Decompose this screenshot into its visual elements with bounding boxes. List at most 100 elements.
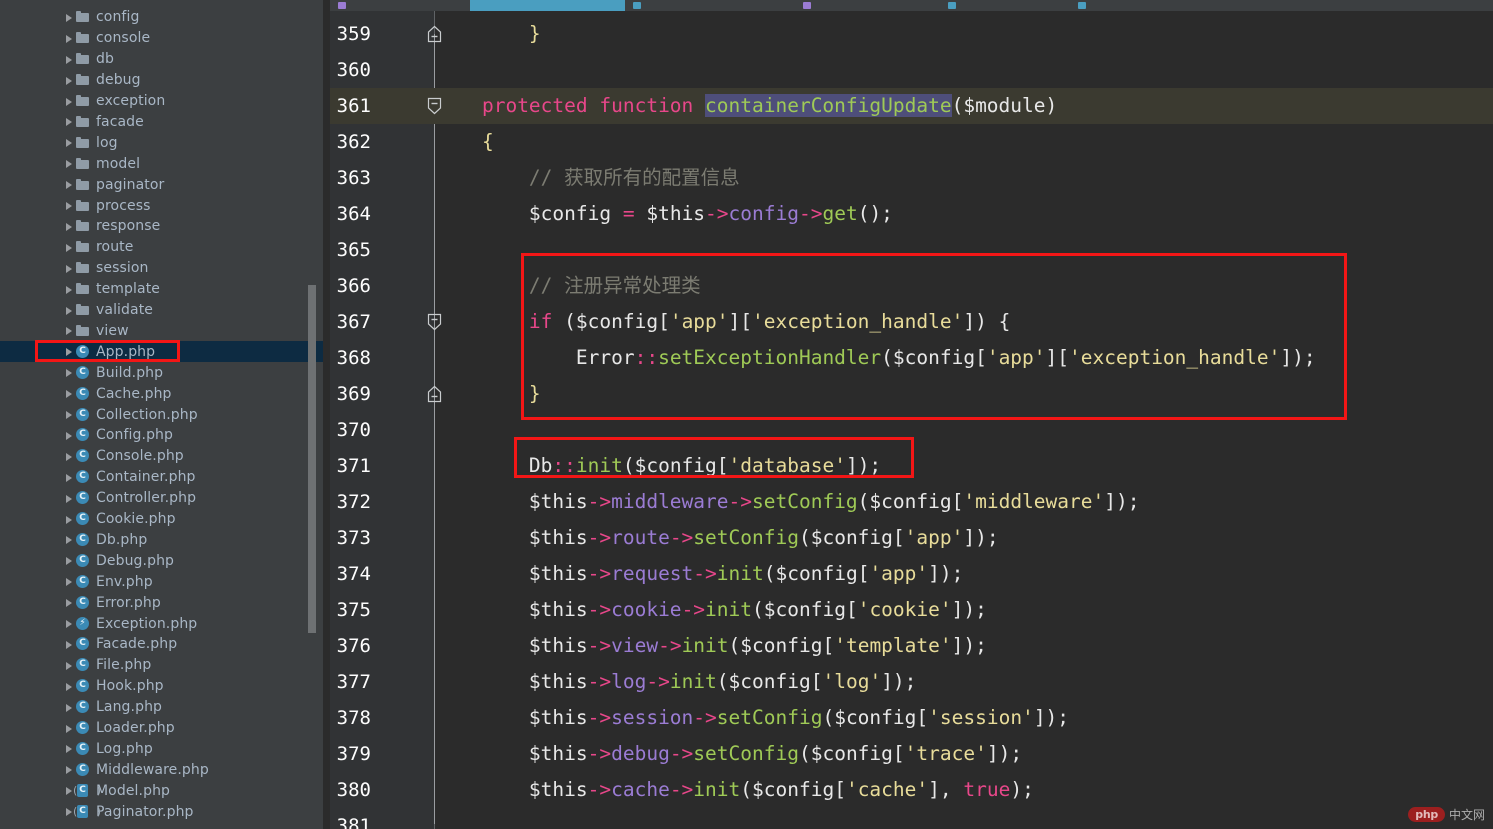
chevron-right-icon[interactable] <box>62 429 75 442</box>
tree-item-route[interactable]: route <box>0 237 323 258</box>
tree-item-lang-php[interactable]: Lang.php <box>0 697 323 718</box>
chevron-right-icon[interactable] <box>62 742 75 755</box>
chevron-right-icon[interactable] <box>62 701 75 714</box>
code-line-367[interactable]: if ($config['app']['exception_handle']) … <box>435 304 1010 340</box>
tree-item-model-php[interactable]: Model.php <box>0 780 323 801</box>
fold-end-icon[interactable] <box>427 25 442 43</box>
chevron-right-icon[interactable] <box>62 199 75 212</box>
tree-item-template[interactable]: template <box>0 279 323 300</box>
chevron-right-icon[interactable] <box>62 366 75 379</box>
chevron-right-icon[interactable] <box>62 74 75 87</box>
tree-item-view[interactable]: view <box>0 321 323 342</box>
tree-item-app-php[interactable]: App.php <box>0 341 323 363</box>
code-line-366[interactable]: // 注册异常处理类 <box>435 268 701 304</box>
code-line-363[interactable]: // 获取所有的配置信息 <box>435 160 740 196</box>
line-number-gutter[interactable]: 359 360 361 362 363 364 365 366 367 368 369 370 371 3… <box>330 11 435 829</box>
chevron-right-icon[interactable] <box>62 136 75 149</box>
tree-item-response[interactable]: response <box>0 216 323 237</box>
editor-tab-5[interactable] <box>1070 0 1493 11</box>
tree-item-middleware-php[interactable]: Middleware.php <box>0 759 323 780</box>
code-line-372[interactable]: $this->middleware->setConfig($config['mi… <box>435 484 1140 520</box>
code-line-379[interactable]: $this->debug->setConfig($config['trace']… <box>435 736 1022 772</box>
chevron-right-icon[interactable] <box>62 471 75 484</box>
chevron-right-icon[interactable] <box>62 722 75 735</box>
code-line-369[interactable]: } <box>435 376 541 412</box>
tree-item-config-php[interactable]: Config.php <box>0 425 323 446</box>
tree-item-loader-php[interactable]: Loader.php <box>0 718 323 739</box>
code-text-area[interactable]: 359 360 361 362 363 364 365 366 367 368 369 370 371 3… <box>330 11 1493 829</box>
code-line-368[interactable]: Error::setExceptionHandler($config['app'… <box>435 340 1316 376</box>
chevron-right-icon[interactable] <box>62 262 75 275</box>
tree-item-collection-php[interactable]: Collection.php <box>0 404 323 425</box>
chevron-right-icon[interactable] <box>62 178 75 191</box>
chevron-right-icon[interactable] <box>62 32 75 45</box>
code-line-359[interactable]: } <box>435 16 541 52</box>
chevron-right-icon[interactable] <box>62 53 75 66</box>
chevron-right-icon[interactable] <box>62 304 75 317</box>
tree-item-paginator-php[interactable]: Paginator.php <box>0 801 323 822</box>
fold-end-icon[interactable] <box>427 385 442 403</box>
tree-item-cache-php[interactable]: Cache.php <box>0 383 323 404</box>
chevron-right-icon[interactable] <box>62 345 75 358</box>
chevron-right-icon[interactable] <box>62 324 75 337</box>
chevron-right-icon[interactable] <box>62 241 75 254</box>
tree-item-process[interactable]: process <box>0 195 323 216</box>
tree-item-build-php[interactable]: Build.php <box>0 362 323 383</box>
tree-item-console-php[interactable]: Console.php <box>0 446 323 467</box>
chevron-right-icon[interactable] <box>62 659 75 672</box>
code-line-371[interactable]: Db::init($config['database']); <box>435 448 881 484</box>
code-line-375[interactable]: $this->cookie->init($config['cookie']); <box>435 592 987 628</box>
code-line-373[interactable]: $this->route->setConfig($config['app']); <box>435 520 999 556</box>
chevron-right-icon[interactable] <box>62 763 75 776</box>
chevron-right-icon[interactable] <box>62 533 75 546</box>
tree-item-config[interactable]: config <box>0 7 323 28</box>
chevron-right-icon[interactable] <box>62 596 75 609</box>
editor-tab-4[interactable] <box>940 0 1071 11</box>
tree-item-error-php[interactable]: Error.php <box>0 592 323 613</box>
chevron-right-icon[interactable] <box>62 408 75 421</box>
tree-item-cookie-php[interactable]: Cookie.php <box>0 509 323 530</box>
editor-tab-0[interactable] <box>330 0 471 11</box>
code-line-364[interactable]: $config = $this->config->get(); <box>435 196 893 232</box>
tree-item-debug[interactable]: debug <box>0 70 323 91</box>
code-line-374[interactable]: $this->request->init($config['app']); <box>435 556 963 592</box>
tree-item-session[interactable]: session <box>0 258 323 279</box>
chevron-right-icon[interactable] <box>62 513 75 526</box>
tree-item-env-php[interactable]: Env.php <box>0 571 323 592</box>
chevron-right-icon[interactable] <box>62 450 75 463</box>
code-line-377[interactable]: $this->log->init($config['log']); <box>435 664 917 700</box>
tree-item-log-php[interactable]: Log.php <box>0 739 323 760</box>
editor-tab-2[interactable] <box>625 0 796 11</box>
chevron-right-icon[interactable] <box>62 11 75 24</box>
tree-item-console[interactable]: console <box>0 28 323 49</box>
tree-item-db[interactable]: db <box>0 49 323 70</box>
chevron-right-icon[interactable] <box>62 387 75 400</box>
chevron-right-icon[interactable] <box>62 220 75 233</box>
tree-item-facade[interactable]: facade <box>0 112 323 133</box>
chevron-right-icon[interactable] <box>62 575 75 588</box>
tree-item-model[interactable]: model <box>0 153 323 174</box>
tree-item-controller-php[interactable]: Controller.php <box>0 488 323 509</box>
tree-item-container-php[interactable]: Container.php <box>0 467 323 488</box>
tree-item-paginator[interactable]: paginator <box>0 174 323 195</box>
fold-collapse-icon[interactable] <box>427 313 442 331</box>
tree-item-file-php[interactable]: File.php <box>0 655 323 676</box>
code-line-376[interactable]: $this->view->init($config['template']); <box>435 628 987 664</box>
chevron-right-icon[interactable] <box>62 115 75 128</box>
chevron-right-icon[interactable] <box>62 492 75 505</box>
fold-collapse-icon[interactable] <box>427 97 442 115</box>
code-line-361[interactable]: protected function containerConfigUpdate… <box>435 88 1057 124</box>
chevron-right-icon[interactable] <box>62 680 75 693</box>
code-line-362[interactable]: { <box>435 124 494 160</box>
tree-item-exception[interactable]: exception <box>0 91 323 112</box>
chevron-right-icon[interactable] <box>62 554 75 567</box>
tree-item-log[interactable]: log <box>0 132 323 153</box>
chevron-right-icon[interactable] <box>62 157 75 170</box>
editor-tab-3[interactable] <box>795 0 941 11</box>
tree-item-debug-php[interactable]: Debug.php <box>0 550 323 571</box>
chevron-right-icon[interactable] <box>62 638 75 651</box>
tree-item-exception-php[interactable]: Exception.php <box>0 613 323 634</box>
tree-item-db-php[interactable]: Db.php <box>0 530 323 551</box>
code-line-378[interactable]: $this->session->setConfig($config['sessi… <box>435 700 1069 736</box>
tree-item-validate[interactable]: validate <box>0 300 323 321</box>
